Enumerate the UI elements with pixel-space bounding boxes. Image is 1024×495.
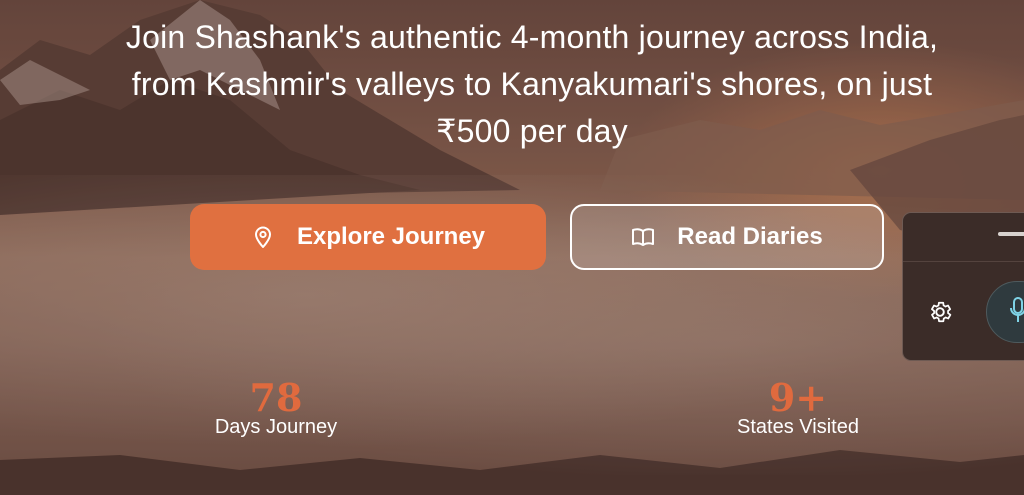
widget-drag-bar[interactable] — [903, 213, 1024, 262]
stat-days-journey: 78 Days Journey — [196, 378, 356, 440]
hero-subtitle: Join Shashank's authentic 4-month journe… — [40, 14, 1024, 155]
microphone-button[interactable] — [986, 281, 1024, 343]
read-diaries-label: Read Diaries — [677, 223, 823, 250]
read-diaries-button[interactable]: Read Diaries — [570, 204, 884, 270]
open-book-icon — [631, 225, 655, 249]
stat-label: States Visited — [737, 416, 859, 438]
stat-value: 78 — [249, 375, 303, 420]
microphone-icon — [1009, 296, 1024, 329]
location-pin-icon — [251, 225, 275, 249]
stat-states-visited: 9+ States Visited — [718, 378, 878, 440]
hero-subtitle-line: from Kashmir's valleys to Kanyakumari's … — [131, 66, 933, 102]
stat-value: 9+ — [768, 375, 828, 420]
explore-journey-button[interactable]: Explore Journey — [190, 204, 546, 270]
stat-label: Days Journey — [214, 416, 338, 438]
explore-journey-label: Explore Journey — [296, 223, 486, 250]
voice-assistant-widget — [902, 212, 1024, 361]
hero-subtitle-line: ₹500 per day — [436, 113, 628, 149]
drag-handle[interactable] — [998, 232, 1024, 236]
settings-gear-icon[interactable] — [927, 299, 953, 325]
hero-subtitle-line: Join Shashank's authentic 4-month journe… — [125, 19, 939, 55]
